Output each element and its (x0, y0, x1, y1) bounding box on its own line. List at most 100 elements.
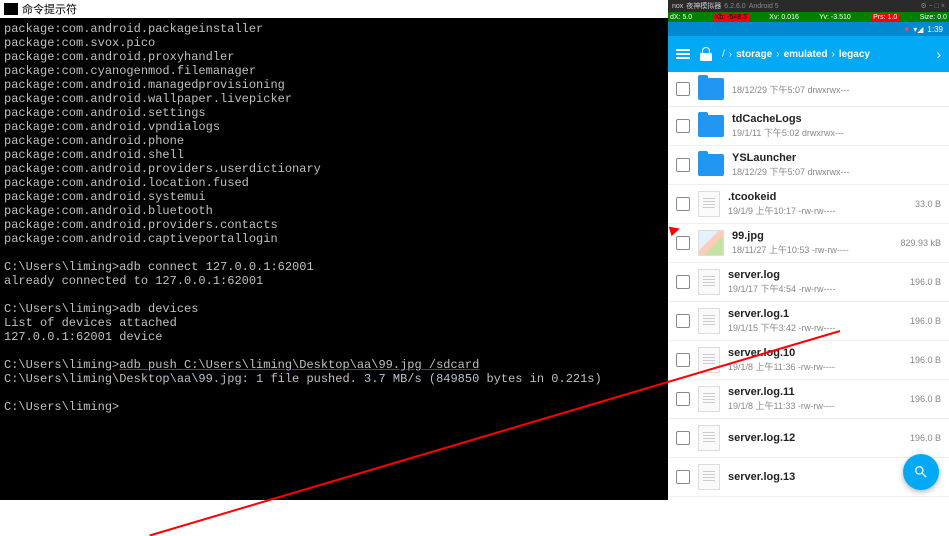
file-info: server.log.119/1/15 下午3:42 -rw-rw---- (728, 308, 902, 334)
file-icon (698, 269, 720, 295)
file-size: 196.0 B (910, 355, 941, 365)
file-row[interactable]: server.log.1119/1/8 上午11:33 -rw-rw----19… (668, 380, 949, 419)
file-size: 829.93 kB (900, 238, 941, 248)
window-controls[interactable]: ⚙ − □ × (920, 2, 945, 10)
final-prompt: C:\Users\liming> (4, 400, 119, 414)
file-meta: 19/1/11 下午5:02 drwxrwx--- (732, 126, 933, 139)
prs-value: Prs: 1.0 (871, 14, 899, 21)
image-thumbnail (698, 230, 724, 256)
cmd-icon (4, 3, 18, 15)
file-info: 99.jpg18/11/27 上午10:53 -rw-rw---- (732, 230, 892, 256)
chevron-right-icon: › (729, 49, 732, 60)
android-status-bar[interactable]: ♥ ▾◢ 1:39 (668, 22, 949, 36)
bc-storage[interactable]: storage (736, 49, 772, 60)
push-result: C:\Users\liming\Desktop\aa\99.jpg: 1 fil… (4, 372, 602, 386)
checkbox[interactable] (676, 470, 690, 484)
file-row[interactable]: YSLauncher18/12/29 下午5:07 drwxrwx--- (668, 146, 949, 185)
file-row[interactable]: tdCacheLogs19/1/11 下午5:02 drwxrwx--- (668, 107, 949, 146)
file-size: 33.0 B (915, 199, 941, 209)
file-icon (698, 425, 720, 451)
nox-platform: Android 5 (749, 3, 779, 10)
file-name: tdCacheLogs (732, 113, 933, 125)
chevron-right-icon[interactable]: › (936, 46, 941, 62)
wifi-icon: ▾◢ (913, 25, 923, 34)
checkbox[interactable] (676, 353, 690, 367)
file-info: .tcookeid19/1/9 上午10:17 -rw-rw---- (728, 191, 907, 217)
folder-icon (698, 115, 724, 137)
dx-value: dX: 5.0 (670, 14, 692, 21)
terminal-title-text: 命令提示符 (22, 1, 77, 17)
file-list[interactable]: 18/12/29 下午5:07 drwxrwx---tdCacheLogs19/… (668, 72, 949, 500)
checkbox[interactable] (676, 82, 690, 96)
xb-value: Xb: -548.5 (713, 14, 749, 21)
file-row[interactable]: server.log.119/1/15 下午3:42 -rw-rw---- 196… (668, 302, 949, 341)
file-name: server.log.12 (728, 432, 902, 444)
size-value: Size: 0.0 (920, 14, 947, 21)
debug-bar: dX: 5.0 Xb: -548.5 Xv: 0.016 Yv: -3.510 … (668, 12, 949, 22)
file-meta: 18/12/29 下午5:07 drwxrwx--- (732, 165, 933, 178)
file-info: server.log.1019/1/8 上午11:36 -rw-rw---- (728, 347, 902, 373)
checkbox[interactable] (676, 158, 690, 172)
terminal-window: 命令提示符 package:com.android.packageinstall… (0, 0, 668, 500)
file-info: tdCacheLogs19/1/11 下午5:02 drwxrwx--- (732, 113, 933, 139)
folder-icon (698, 154, 724, 176)
file-icon (698, 308, 720, 334)
chevron-right-icon: › (776, 49, 779, 60)
checkbox[interactable] (676, 119, 690, 133)
file-row[interactable]: server.log.1019/1/8 上午11:36 -rw-rw----19… (668, 341, 949, 380)
file-size: 196.0 B (910, 277, 941, 287)
file-size: 196.0 B (910, 316, 941, 326)
prompt: C:\Users\liming> (4, 358, 119, 372)
bc-legacy[interactable]: legacy (839, 49, 870, 60)
checkbox[interactable] (676, 275, 690, 289)
lock-icon[interactable] (700, 47, 712, 61)
file-info: YSLauncher18/12/29 下午5:07 drwxrwx--- (732, 152, 933, 178)
file-name: server.log.1 (728, 308, 902, 320)
terminal-output[interactable]: package:com.android.packageinstaller pac… (0, 18, 668, 418)
android-emulator: nox 夜神模拟器 6.2.6.0 Android 5 ⚙ − □ × dX: … (668, 0, 949, 500)
file-name: 99.jpg (732, 230, 892, 242)
checkbox[interactable] (676, 431, 690, 445)
file-row[interactable]: server.log19/1/17 下午4:54 -rw-rw---- 196.0… (668, 263, 949, 302)
file-meta: 19/1/15 下午3:42 -rw-rw---- (728, 321, 902, 334)
push-command: adb push C:\Users\liming\Desktop\aa\99.j… (119, 358, 479, 372)
menu-icon[interactable] (676, 49, 690, 59)
file-info: 18/12/29 下午5:07 drwxrwx--- (732, 82, 933, 96)
search-icon (913, 464, 929, 480)
file-name: server.log (728, 269, 902, 281)
file-meta: 19/1/8 上午11:33 -rw-rw---- (728, 399, 902, 412)
file-icon (698, 191, 720, 217)
terminal-titlebar[interactable]: 命令提示符 (0, 0, 668, 18)
nox-titlebar[interactable]: nox 夜神模拟器 6.2.6.0 Android 5 ⚙ − □ × (668, 0, 949, 12)
file-meta: 18/11/27 上午10:53 -rw-rw---- (732, 243, 892, 256)
file-meta: 19/1/8 上午11:36 -rw-rw---- (728, 360, 902, 373)
nox-title: 夜神模拟器 (686, 1, 721, 11)
file-row[interactable]: 99.jpg18/11/27 上午10:53 -rw-rw---- 829.93 … (668, 224, 949, 263)
checkbox[interactable] (676, 236, 690, 250)
checkbox[interactable] (676, 314, 690, 328)
file-row[interactable]: .tcookeid19/1/9 上午10:17 -rw-rw---- 33.0 B (668, 185, 949, 224)
status-time: 1:39 (927, 25, 943, 34)
bc-root: / (722, 49, 725, 60)
file-meta: 19/1/9 上午10:17 -rw-rw---- (728, 204, 907, 217)
file-info: server.log.1119/1/8 上午11:33 -rw-rw---- (728, 386, 902, 412)
file-meta: 18/12/29 下午5:07 drwxrwx--- (732, 83, 933, 96)
checkbox[interactable] (676, 197, 690, 211)
folder-icon (698, 78, 724, 100)
bc-emulated[interactable]: emulated (784, 49, 828, 60)
checkbox[interactable] (676, 392, 690, 406)
file-row[interactable]: 18/12/29 下午5:07 drwxrwx--- (668, 72, 949, 107)
file-size: 196.0 B (910, 394, 941, 404)
file-explorer-toolbar: / › storage › emulated › legacy › (668, 36, 949, 72)
file-row[interactable]: server.log.12 196.0 B (668, 419, 949, 458)
yv-value: Yv: -3.510 (819, 14, 851, 21)
file-size: 196.0 B (910, 433, 941, 443)
nox-version: 6.2.6.0 (724, 3, 745, 10)
chevron-right-icon: › (832, 49, 835, 60)
breadcrumb[interactable]: / › storage › emulated › legacy (722, 49, 870, 60)
xv-value: Xv: 0.016 (769, 14, 799, 21)
file-icon (698, 386, 720, 412)
search-fab[interactable] (903, 454, 939, 490)
file-info: server.log19/1/17 下午4:54 -rw-rw---- (728, 269, 902, 295)
file-name: YSLauncher (732, 152, 933, 164)
